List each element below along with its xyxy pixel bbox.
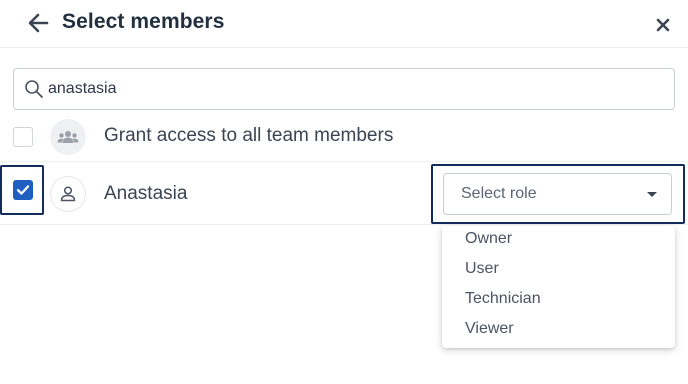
role-select[interactable]: Select role [443,173,672,215]
team-icon [57,131,79,143]
member-checkbox[interactable] [13,180,33,200]
role-option-viewer[interactable]: Viewer [442,318,675,348]
grant-all-checkbox[interactable] [13,127,33,147]
back-button[interactable] [24,10,52,36]
checkmark-icon [16,185,30,195]
dialog-title: Select members [62,10,225,33]
user-avatar [50,176,86,212]
role-select-focus: Select role [431,164,685,224]
role-option-owner[interactable]: Owner [442,228,675,258]
search-input[interactable] [48,77,648,101]
role-select-placeholder: Select role [461,185,537,202]
user-icon [60,186,76,202]
role-option-technician[interactable]: Technician [442,288,675,318]
member-checkbox-focus [0,165,44,215]
role-option-user[interactable]: User [442,258,675,288]
close-icon [656,18,670,32]
team-avatar [50,119,86,155]
grant-all-label: Grant access to all team members [104,125,394,146]
arrow-left-icon [28,13,49,33]
caret-down-icon [647,192,657,197]
list-item-grant-all: Grant access to all team members [0,112,688,162]
search-icon [25,80,43,98]
role-dropdown-menu: Owner User Technician Viewer [442,226,675,348]
close-button[interactable] [652,14,674,36]
search-field[interactable] [13,68,675,110]
dialog-header: Select members [0,0,688,48]
member-name: Anastasia [104,183,188,204]
